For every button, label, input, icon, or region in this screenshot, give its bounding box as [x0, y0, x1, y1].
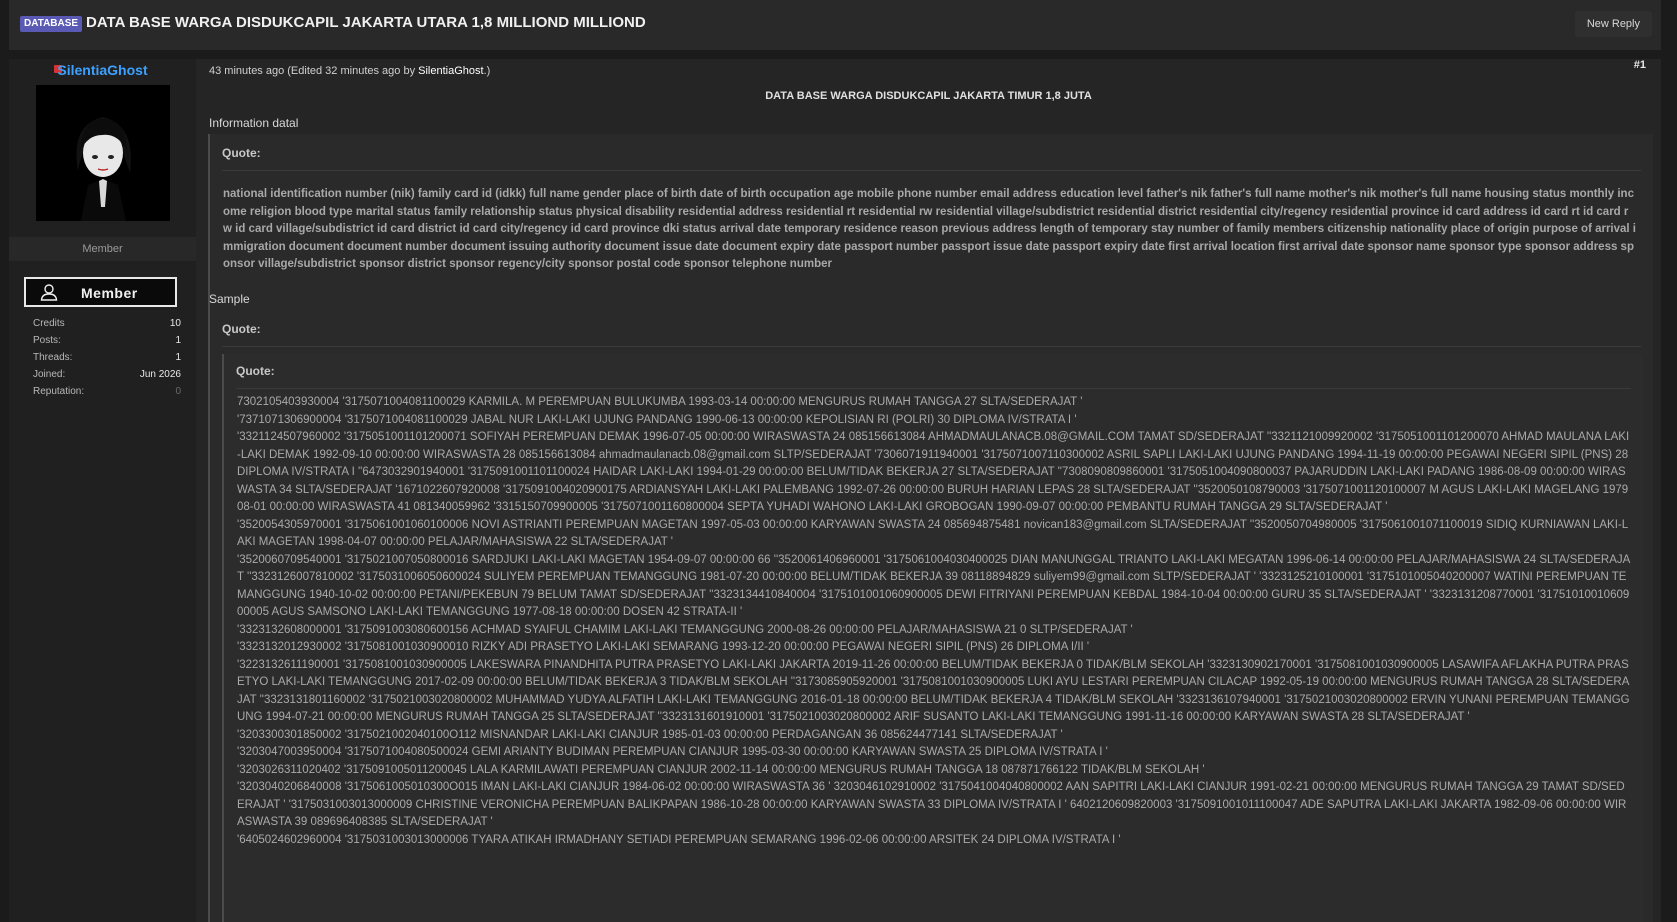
thread-title: DATA BASE WARGA DISDUKCAPIL JAKARTA UTAR…	[86, 14, 646, 31]
sample-line: '3520054305970001 '3175061001060100006 N…	[237, 518, 1629, 549]
fields-list: national identification number (nik) fam…	[223, 188, 1637, 270]
sample-outer-quote: Quote: Quote: 7302105403930004 '31750710…	[208, 310, 1653, 922]
sample-line: '6405024602960004 '3175031003013000006 T…	[237, 833, 1121, 846]
stat-credits: Credits 10	[33, 318, 181, 329]
fields-quote: Quote: national identification number (n…	[208, 134, 1653, 333]
new-reply-button[interactable]: New Reply	[1574, 11, 1652, 37]
avatar[interactable]	[36, 85, 170, 221]
sample-line: '3323132608000001 '3175091003080600156 A…	[237, 623, 1133, 636]
sample-lines: 7302105403930004 '3175071004081100029 KA…	[237, 394, 1631, 849]
quote-divider	[222, 346, 1641, 347]
post-number-link[interactable]: #1	[1634, 59, 1646, 71]
sample-line: '3203040206840008 '3175061005010300O015 …	[237, 781, 1627, 828]
sample-line: '3520060709540001 '3175021007050800016 S…	[237, 553, 1631, 619]
quote-label: Quote:	[236, 364, 275, 378]
thread-tag[interactable]: DATABASE	[20, 16, 83, 32]
sample-line: '3203047003950004 '3175071004080500024 G…	[237, 746, 1108, 758]
quote-label: Quote:	[222, 322, 261, 336]
sample-line: '3323132012930002 '3175081001030900010 R…	[237, 641, 1090, 653]
quote-divider	[222, 170, 1641, 171]
post-body: 43 minutes ago (Edited 32 minutes ago by…	[196, 59, 1661, 922]
user-sidebar: SilentiaGhost Member Member Credits 10 P…	[9, 59, 196, 922]
sample-line: '3203300301850002 '3175021002040100O112 …	[237, 728, 1063, 741]
user-role: Member	[9, 237, 196, 261]
username-link[interactable]: SilentiaGhost	[9, 62, 196, 78]
post-time: 43 minutes ago (Edited 32 minutes ago by	[209, 65, 416, 77]
info-section-label: Information datal	[209, 116, 299, 130]
stat-posts: Posts: 1	[33, 335, 181, 346]
post-heading: DATA BASE WARGA DISDUKCAPIL JAKARTA TIMU…	[765, 90, 1092, 102]
sample-line: 7302105403930004 '3175071004081100029 KA…	[237, 396, 1083, 408]
sample-line: '3203026311020402 '3175091005011200045 L…	[237, 763, 1205, 776]
user-icon	[40, 283, 58, 304]
quote-label: Quote:	[222, 146, 261, 160]
quote-divider	[236, 388, 1631, 389]
member-badge: Member	[24, 277, 177, 307]
sample-line: '7371071306900004 '3175071004081100029 J…	[237, 413, 1077, 426]
stat-reputation: Reputation: 0	[33, 386, 181, 397]
sample-line: '3321124507960002 '3175051001101200071 S…	[237, 431, 1630, 513]
sample-section-label: Sample	[209, 292, 250, 306]
post-meta: 43 minutes ago (Edited 32 minutes ago by…	[209, 65, 491, 77]
stat-joined: Joined: Jun 2026	[33, 369, 181, 380]
thread-header: DATABASE DATA BASE WARGA DISDUKCAPIL JAK…	[9, 0, 1661, 50]
stat-threads: Threads: 1	[33, 352, 181, 363]
sample-line: '3223132611190001 '3175081001030900005 L…	[237, 658, 1630, 724]
edited-by-link[interactable]: SilentiaGhost	[418, 65, 483, 77]
user-stats: Credits 10 Posts: 1 Threads: 1 Joined: J…	[33, 318, 181, 403]
sample-inner-quote: Quote: 7302105403930004 '317507100408110…	[222, 354, 1643, 922]
badge-label: Member	[81, 285, 138, 301]
